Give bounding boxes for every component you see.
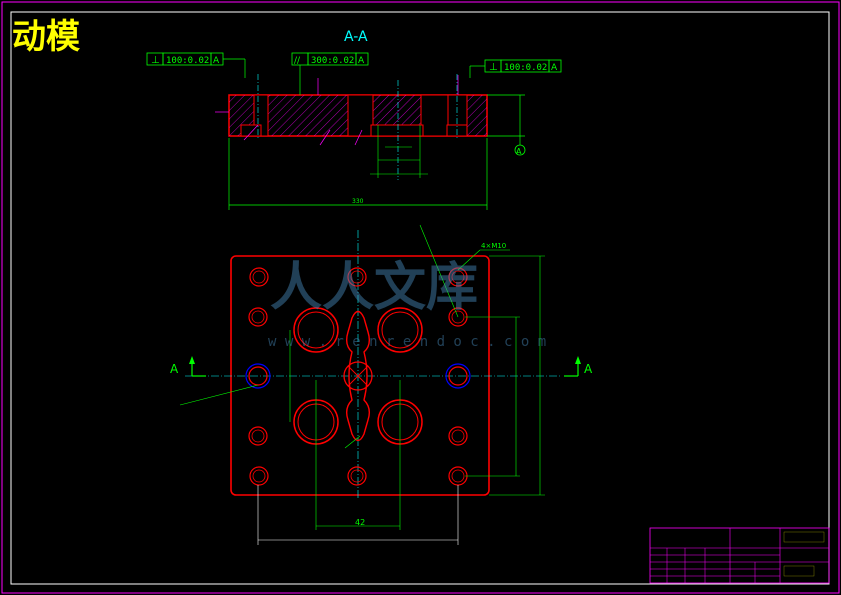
section-slot-right [420,94,449,137]
datum-letter: A [516,147,522,156]
section-hatch-mid [373,95,421,125]
watermark-main: 人人文库 [270,258,478,318]
svg-text:A: A [584,362,593,376]
tolerance-frame-1: ⊥ 100:0.02 A [146,52,246,78]
tolerance-1-symbol: ⊥ [151,55,160,66]
section-slot-left [347,94,374,137]
watermark: 人人文库 w w w . r e n r e n d o c . c o m [268,258,546,350]
tolerance-3-datum: A [551,63,558,73]
tolerance-frame-3: ⊥ 100:0.02 A [469,59,562,78]
svg-text:A: A [170,362,179,376]
tolerance-1-value: 100:0.02 [166,56,209,66]
watermark-url: w w w . r e n r e n d o c . c o m [268,334,546,350]
cad-drawing: 动模 A-A 330 A ⊥ 100:0.02 A // 300:0.02 A … [1,1,840,594]
tolerance-frame-2: // 300:0.02 A [291,52,369,95]
tolerance-3-symbol: ⊥ [489,62,498,73]
section-marker-left: A [170,356,206,377]
tolerance-2-value: 300:0.02 [311,56,354,66]
dim-bottom-offset: 42 [355,518,365,527]
tolerance-1-datum: A [213,56,220,66]
hole-callout: 4×M10 [481,242,506,250]
title-block [649,527,830,584]
section-hatch-left [268,95,348,136]
tolerance-3-value: 100:0.02 [504,63,547,73]
tolerance-2-datum: A [358,56,365,66]
tolerance-2-symbol: // [294,56,301,66]
drawing-title: 动模 [12,17,80,57]
section-pocket [370,124,424,137]
section-view: 330 A [215,74,526,210]
section-label: A-A [344,29,368,45]
dim-overall-width: 330 [352,198,364,205]
section-hatch-edge-right [467,95,487,136]
section-marker-right: A [564,356,593,377]
